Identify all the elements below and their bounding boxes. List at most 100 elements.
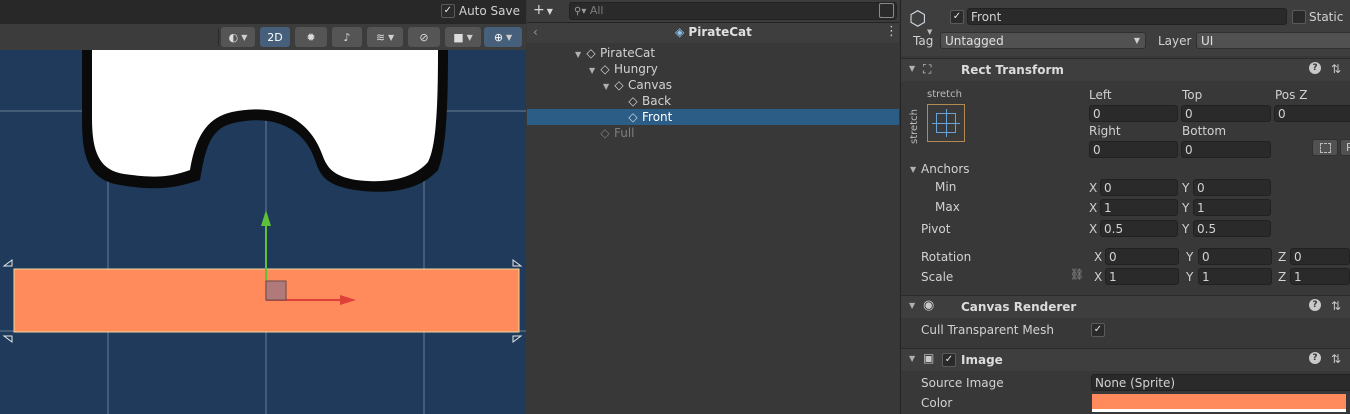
hierarchy-item-selected[interactable]: ◇ Front <box>527 109 899 125</box>
scene-toolbar: ◐ ▼ 2D ✹ ♪ ≋ ▼ ⊘ ■ ▼ ⊕ ▼ <box>0 24 526 50</box>
eye-crossed-icon: ⊘ <box>419 30 429 44</box>
scene-visibility-button[interactable]: ⊘ <box>408 27 440 47</box>
image-icon: ▣ <box>923 351 935 365</box>
image-enabled-checkbox[interactable]: ✓ <box>942 353 956 367</box>
hierarchy-item[interactable]: ▼ ◇ PirateCat <box>527 45 899 61</box>
camera-button[interactable]: ■ ▼ <box>445 27 481 47</box>
scale-y-label: Y <box>1186 270 1194 284</box>
rotation-y-label: Y <box>1186 250 1194 264</box>
mode-2d-button[interactable]: 2D <box>260 27 290 47</box>
anchor-preset-side-label: stretch <box>909 109 920 144</box>
settings-sliders-icon[interactable]: ⇅ <box>1331 352 1341 366</box>
gameobject-cube-icon: ⬡ <box>909 6 927 30</box>
shading-mode-button[interactable]: ◐ ▼ <box>221 27 255 47</box>
min-x-label: X <box>1089 181 1098 195</box>
anchor-max-y-field[interactable]: 1 <box>1193 199 1271 216</box>
cull-transparent-mesh-checkbox[interactable]: ✓ <box>1091 323 1105 337</box>
anchor-preset-top-label: stretch <box>927 89 962 100</box>
hierarchy-item[interactable]: ▼ ◇ Canvas <box>527 77 899 93</box>
hierarchy-item[interactable]: ▼ ◇ Hungry <box>527 61 899 77</box>
scene-render <box>0 50 526 414</box>
gameobject-cube-icon: ◇ <box>586 46 596 60</box>
scale-z-field[interactable]: 1 <box>1290 268 1350 285</box>
anchors-label: Anchors <box>921 162 970 176</box>
gizmos-button[interactable]: ⊕ ▼ <box>484 27 522 47</box>
scene-header: ‹ ◈ PirateCat ⋮ <box>527 23 899 43</box>
lighting-button[interactable]: ✹ <box>295 27 327 47</box>
scale-y-field[interactable]: 1 <box>1198 268 1272 285</box>
auto-save-toggle[interactable]: ✓ Auto Save <box>440 4 520 18</box>
layers-icon: ≋ <box>375 30 386 44</box>
layer-dropdown[interactable]: UI <box>1196 32 1350 49</box>
anchor-presets-button[interactable] <box>927 104 965 142</box>
collapse-arrow-icon[interactable]: ▼ <box>909 354 915 363</box>
tag-label: Tag <box>913 34 934 48</box>
blueprint-mode-button[interactable] <box>1312 139 1338 156</box>
scene-title: ◈ PirateCat <box>675 25 752 39</box>
anchor-preset-line <box>932 123 960 124</box>
anchor-max-x-field[interactable]: 1 <box>1100 199 1178 216</box>
hierarchy-search[interactable]: ⚲▾ All <box>569 2 897 20</box>
canvas-renderer-header[interactable]: ▼ ◉ Canvas Renderer ? ⇅ <box>901 295 1350 318</box>
right-label: Right <box>1089 124 1121 138</box>
pivot-y-field[interactable]: 0.5 <box>1193 220 1271 237</box>
bottom-field[interactable]: 0 <box>1181 141 1271 158</box>
rotation-x-field[interactable]: 0 <box>1105 248 1179 265</box>
search-options-icon[interactable] <box>879 3 894 18</box>
top-field[interactable]: 0 <box>1181 105 1271 122</box>
scene-canvas[interactable] <box>0 50 526 414</box>
right-field[interactable]: 0 <box>1089 141 1178 158</box>
static-checkbox[interactable] <box>1292 10 1306 24</box>
rect-transform-header[interactable]: ▼ ⛶ Rect Transform ? ⇅ <box>901 58 1350 81</box>
search-placeholder: All <box>589 4 604 17</box>
chevron-down-icon: ▼ <box>1133 36 1140 45</box>
link-icon[interactable]: ⛓ <box>1070 268 1084 281</box>
collapse-arrow-icon[interactable]: ▼ <box>909 64 915 73</box>
tag-dropdown[interactable]: Untagged ▼ <box>940 32 1146 49</box>
inspector-panel: ⬡ ▼ ✓ Front Static Tag Untagged ▼ Layer U… <box>900 0 1350 414</box>
scale-x-field[interactable]: 1 <box>1105 268 1179 285</box>
image-header[interactable]: ▼ ▣ ✓ Image ? ⇅ <box>901 348 1350 371</box>
settings-sliders-icon[interactable]: ⇅ <box>1331 299 1341 313</box>
static-label: Static <box>1309 10 1344 24</box>
add-object-button[interactable]: + ▼ <box>533 2 553 18</box>
settings-sliders-icon[interactable]: ⇅ <box>1331 62 1341 76</box>
help-icon[interactable]: ? <box>1309 299 1321 311</box>
left-field[interactable]: 0 <box>1089 105 1178 122</box>
active-checkbox[interactable]: ✓ <box>950 10 964 24</box>
move-gizmo-plane <box>265 280 287 301</box>
rotation-z-field[interactable]: 0 <box>1290 248 1350 265</box>
top-label: Top <box>1182 88 1203 102</box>
hierarchy-item[interactable]: ◇ Back <box>527 93 899 109</box>
chevron-down-icon: ▼ <box>546 7 553 16</box>
auto-save-checkbox[interactable]: ✓ <box>440 4 455 18</box>
max-x-label: X <box>1089 201 1098 215</box>
effects-button[interactable]: ≋ ▼ <box>367 27 403 47</box>
audio-button[interactable]: ♪ <box>332 27 362 47</box>
anchor-handle <box>512 335 523 343</box>
hierarchy-item-inactive[interactable]: ◇ Full <box>527 125 899 141</box>
kebab-menu-icon[interactable]: ⋮ <box>885 24 898 39</box>
collapse-arrow-icon[interactable]: ▼ <box>909 301 915 310</box>
color-swatch[interactable] <box>1092 394 1346 412</box>
pivot-x-field[interactable]: 0.5 <box>1100 220 1178 237</box>
object-name-field[interactable]: Front <box>967 8 1287 25</box>
anchors-collapse-arrow-icon[interactable]: ▼ <box>910 165 916 174</box>
posz-field[interactable]: 0 <box>1274 105 1350 122</box>
rotation-x-label: X <box>1094 250 1103 264</box>
anchor-min-y-field[interactable]: 0 <box>1193 179 1271 196</box>
help-icon[interactable]: ? <box>1309 62 1321 74</box>
source-image-field[interactable]: None (Sprite) <box>1091 374 1350 391</box>
help-icon[interactable]: ? <box>1309 352 1321 364</box>
min-y-label: Y <box>1182 181 1190 195</box>
rotation-y-field[interactable]: 0 <box>1198 248 1272 265</box>
anchor-handle <box>512 259 523 267</box>
back-arrow-icon[interactable]: ‹ <box>533 25 538 39</box>
raw-edit-button[interactable]: R <box>1340 139 1350 156</box>
scene-view[interactable]: ✓ Auto Save ◐ ▼ 2D ✹ ♪ ≋ ▼ ⊘ ■ ▼ ⊕ ▼ <box>0 0 526 414</box>
anchor-min-x-field[interactable]: 0 <box>1100 179 1178 196</box>
toolbar-divider <box>218 28 219 46</box>
cull-transparent-mesh-label: Cull Transparent Mesh <box>921 323 1054 337</box>
pivot-x-label: X <box>1089 222 1098 236</box>
posz-label: Pos Z <box>1275 88 1308 102</box>
